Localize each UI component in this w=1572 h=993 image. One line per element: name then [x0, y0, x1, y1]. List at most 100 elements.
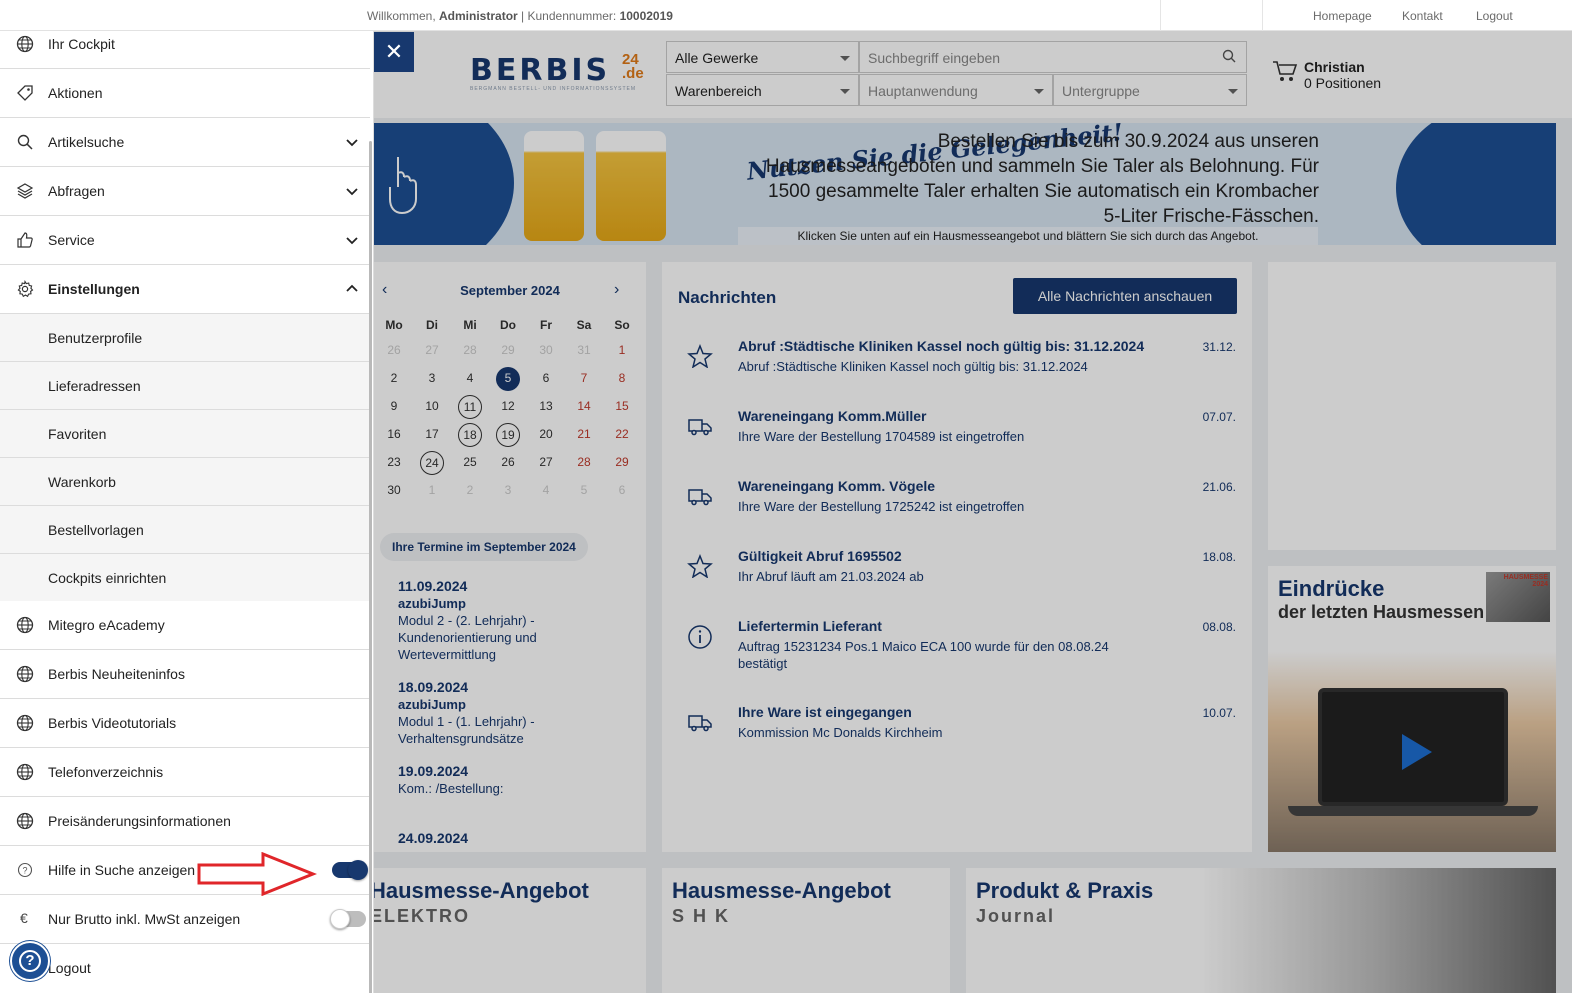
menu-item-4[interactable]: Service	[0, 216, 370, 265]
homepage-link[interactable]: Homepage	[1313, 9, 1372, 23]
calendar-day[interactable]: 8	[610, 367, 634, 391]
calendar-day[interactable]: 18	[458, 423, 482, 447]
calendar-day[interactable]: 11	[458, 395, 482, 419]
news-title[interactable]: Wareneingang Komm. Vögele	[738, 478, 935, 494]
promo-produkt-praxis[interactable]: Produkt & Praxis Journal	[966, 868, 1556, 993]
calendar-day[interactable]: 2	[458, 479, 482, 503]
toggle-help-switch[interactable]	[332, 860, 368, 880]
calendar-day[interactable]: 12	[496, 395, 520, 419]
help-button[interactable]: ?	[10, 941, 50, 981]
news-item[interactable]: Ihre Ware ist eingegangen Kommission Mc D…	[662, 704, 1252, 764]
calendar-day[interactable]: 28	[572, 451, 596, 475]
calendar-day[interactable]: 19	[496, 423, 520, 447]
submenu-item-2[interactable]: Favoriten	[0, 410, 370, 458]
calendar-day[interactable]: 15	[610, 395, 634, 419]
calendar-day[interactable]: 31	[572, 339, 596, 363]
hauptanwendung-select[interactable]: Hauptanwendung	[859, 74, 1053, 106]
calendar-day[interactable]: 5	[496, 367, 520, 391]
calendar-day[interactable]: 2	[382, 367, 406, 391]
calendar-day[interactable]: 3	[496, 479, 520, 503]
calendar-day[interactable]: 29	[496, 339, 520, 363]
calendar-event[interactable]: 11.09.2024 azubiJump Modul 2 - (2. Lehrjah…	[398, 578, 618, 663]
calendar-day[interactable]: 1	[420, 479, 444, 503]
news-item[interactable]: Abruf :Städtische Kliniken Kassel noch g…	[662, 338, 1252, 398]
calendar-day[interactable]: 7	[572, 367, 596, 391]
news-title[interactable]: Liefertermin Lieferant	[738, 618, 882, 634]
menu-item-0[interactable]: Ihr Cockpit	[0, 31, 370, 69]
search-input[interactable]: Suchbegriff eingeben	[859, 41, 1247, 73]
calendar-day[interactable]: 29	[610, 451, 634, 475]
calendar-event[interactable]: 18.09.2024 azubiJump Modul 1 - (1. Lehrjah…	[398, 679, 618, 747]
calendar-day[interactable]: 4	[534, 479, 558, 503]
menu-link-0[interactable]: Mitegro eAcademy	[0, 601, 370, 650]
close-drawer-button[interactable]: ✕	[374, 32, 414, 72]
calendar-event[interactable]: 24.09.2024	[398, 830, 618, 847]
menu-link-2[interactable]: Berbis Videotutorials	[0, 699, 370, 748]
calendar-day[interactable]: 17	[420, 423, 444, 447]
calendar-day[interactable]: 28	[458, 339, 482, 363]
calendar-day[interactable]: 26	[382, 339, 406, 363]
calendar-day[interactable]: 4	[458, 367, 482, 391]
calendar-event[interactable]: 19.09.2024 Kom.: /Bestellung:	[398, 763, 618, 797]
menu-logout[interactable]: Logout	[0, 944, 370, 993]
calendar-day[interactable]: 26	[496, 451, 520, 475]
calendar-day[interactable]: 20	[534, 423, 558, 447]
promo-banner[interactable]: Nutzen Sie die Gelegenheit! Bestellen Si…	[374, 123, 1556, 245]
menu-item-5[interactable]: Einstellungen	[0, 265, 370, 314]
calendar-day[interactable]: 23	[382, 451, 406, 475]
calendar-day[interactable]: 16	[382, 423, 406, 447]
calendar-day[interactable]: 3	[420, 367, 444, 391]
news-title[interactable]: Abruf :Städtische Kliniken Kassel noch g…	[738, 338, 1144, 354]
calendar-day[interactable]: 6	[610, 479, 634, 503]
news-item[interactable]: Wareneingang Komm.Müller Ihre Ware der Be…	[662, 408, 1252, 468]
calendar-day[interactable]: 27	[420, 339, 444, 363]
hausmesse-video-card[interactable]: Eindrücke der letzten Hausmessen HAUSMES…	[1268, 566, 1556, 852]
play-icon[interactable]	[1402, 734, 1432, 770]
warenbereich-select[interactable]: Warenbereich	[666, 74, 859, 106]
submenu-item-1[interactable]: Lieferadressen	[0, 362, 370, 410]
calendar-day[interactable]: 24	[420, 451, 444, 475]
all-news-button[interactable]: Alle Nachrichten anschauen	[1013, 278, 1237, 314]
calendar-day[interactable]: 22	[610, 423, 634, 447]
next-month-button[interactable]: ›	[614, 281, 619, 299]
search-icon[interactable]	[1222, 49, 1236, 63]
news-item[interactable]: Gültigkeit Abruf 1695502 Ihr Abruf läuft …	[662, 548, 1252, 608]
menu-link-1[interactable]: Berbis Neuheiteninfos	[0, 650, 370, 699]
toggle-brutto-switch[interactable]	[330, 909, 366, 929]
trade-select[interactable]: Alle Gewerke	[666, 41, 859, 73]
untergruppe-select[interactable]: Untergruppe	[1053, 74, 1247, 106]
calendar-day[interactable]: 6	[534, 367, 558, 391]
menu-link-4[interactable]: Preisänderungsinformationen	[0, 797, 370, 846]
promo-shk[interactable]: Hausmesse-Angebot S H K	[662, 868, 950, 993]
calendar-day[interactable]: 10	[420, 395, 444, 419]
menu-item-1[interactable]: Aktionen	[0, 69, 370, 118]
news-title[interactable]: Wareneingang Komm.Müller	[738, 408, 927, 424]
calendar-day[interactable]: 30	[534, 339, 558, 363]
submenu-item-3[interactable]: Warenkorb	[0, 458, 370, 506]
berbis-logo[interactable]: BERBIS 24 .de BERGMANN BESTELL- UND INFOR…	[470, 52, 650, 99]
calendar-day[interactable]: 21	[572, 423, 596, 447]
calendar-day[interactable]: 27	[534, 451, 558, 475]
news-title[interactable]: Ihre Ware ist eingegangen	[738, 704, 912, 720]
calendar-day[interactable]: 9	[382, 395, 406, 419]
menu-link-3[interactable]: Telefonverzeichnis	[0, 748, 370, 797]
submenu-item-5[interactable]: Cockpits einrichten	[0, 554, 370, 602]
calendar-day[interactable]: 25	[458, 451, 482, 475]
logout-link[interactable]: Logout	[1476, 9, 1513, 23]
calendar-day[interactable]: 1	[610, 339, 634, 363]
news-item[interactable]: Wareneingang Komm. Vögele Ihre Ware der B…	[662, 478, 1252, 538]
cart[interactable]: Christian 0 Positionen	[1272, 59, 1381, 91]
news-title[interactable]: Gültigkeit Abruf 1695502	[738, 548, 902, 564]
submenu-item-0[interactable]: Benutzerprofile	[0, 314, 370, 362]
calendar-day[interactable]: 14	[572, 395, 596, 419]
menu-item-3[interactable]: Abfragen	[0, 167, 370, 216]
calendar-day[interactable]: 5	[572, 479, 596, 503]
menu-item-2[interactable]: Artikelsuche	[0, 118, 370, 167]
promo-elektro[interactable]: Hausmesse-Angebot ELEKTRO	[360, 868, 646, 993]
kontakt-link[interactable]: Kontakt	[1402, 9, 1443, 23]
submenu-item-4[interactable]: Bestellvorlagen	[0, 506, 370, 554]
calendar-day[interactable]: 13	[534, 395, 558, 419]
news-item[interactable]: Liefertermin Lieferant Auftrag 15231234 P…	[662, 618, 1252, 678]
drawer-scrollbar[interactable]	[369, 141, 372, 993]
calendar-day[interactable]: 30	[382, 479, 406, 503]
